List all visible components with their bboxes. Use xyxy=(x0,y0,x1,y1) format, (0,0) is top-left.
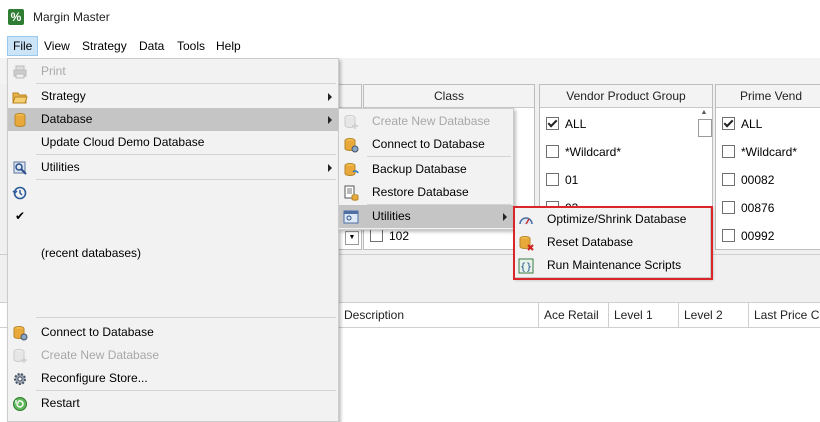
menu-item-connect-database[interactable]: Connect to Database xyxy=(8,321,338,344)
pv-item-wildcard[interactable]: *Wildcard* xyxy=(722,145,797,163)
database-connect-icon xyxy=(343,137,359,153)
database-backup-icon xyxy=(343,162,359,178)
vpg-scrollbar[interactable]: ▲ xyxy=(697,107,712,137)
menu-item-database[interactable]: Database xyxy=(8,108,338,131)
menu-item-database-utilities[interactable]: Utilities xyxy=(339,205,513,228)
menu-item-backup-database[interactable]: Backup Database xyxy=(339,158,513,181)
partial-filter-header xyxy=(339,85,361,108)
submenu-arrow-icon xyxy=(328,93,332,101)
pv-item-00876[interactable]: 00876 xyxy=(722,201,774,219)
checkbox[interactable] xyxy=(722,229,735,242)
menu-file[interactable]: File xyxy=(7,36,39,56)
annotation-highlight-box xyxy=(513,206,713,280)
menu-tools[interactable]: Tools xyxy=(172,36,210,56)
folder-open-icon xyxy=(12,89,28,105)
column-ace-retail[interactable]: Ace Retail xyxy=(538,303,608,327)
menu-item-reconfigure-store[interactable]: Reconfigure Store... xyxy=(8,367,338,390)
menu-item-create-new-database[interactable]: Create New Database xyxy=(8,344,338,367)
prime-vendor-list[interactable]: Prime Vend ALL *Wildcard* 00082 00876 00… xyxy=(715,84,820,250)
column-level-2[interactable]: Level 2 xyxy=(678,303,748,327)
dropdown-arrow-icon[interactable]: ▼ xyxy=(345,231,359,245)
menu-item-print[interactable]: Print xyxy=(8,60,338,83)
menu-item-restart[interactable]: Restart xyxy=(8,392,338,415)
file-menu: Print Strategy Database Update Cloud Dem… xyxy=(7,58,339,422)
column-description[interactable]: Description xyxy=(338,303,539,327)
title-bar: % Margin Master xyxy=(0,0,820,34)
menu-item-history[interactable] xyxy=(8,181,338,204)
prime-vendor-header: Prime Vend xyxy=(716,85,820,108)
database-add-icon xyxy=(343,114,359,130)
menu-separator xyxy=(36,179,336,180)
vpg-item-01[interactable]: 01 xyxy=(546,173,578,191)
menu-item-connect-database[interactable]: Connect to Database xyxy=(339,133,513,156)
database-add-icon xyxy=(12,348,28,364)
class-filter-item[interactable]: 102 xyxy=(370,229,409,247)
checkbox[interactable] xyxy=(722,173,735,186)
checkbox[interactable] xyxy=(546,145,559,158)
window-title: Margin Master xyxy=(33,10,110,24)
wrench-magnifier-icon xyxy=(12,160,28,176)
column-level-1[interactable]: Level 1 xyxy=(608,303,678,327)
menu-bar: File View Strategy Data Tools Help xyxy=(0,34,820,58)
menu-item-utilities[interactable]: Utilities xyxy=(8,156,338,179)
menu-item-recent-databases[interactable]: (recent databases) xyxy=(8,242,338,265)
document-restore-icon xyxy=(343,185,359,201)
submenu-arrow-icon xyxy=(328,164,332,172)
menu-data[interactable]: Data xyxy=(134,36,169,56)
menu-separator xyxy=(367,156,511,157)
pv-item-00082[interactable]: 00082 xyxy=(722,173,774,191)
menu-item-strategy[interactable]: Strategy xyxy=(8,85,338,108)
menu-item-update-cloud-demo[interactable]: Update Cloud Demo Database xyxy=(8,131,338,154)
menu-separator xyxy=(36,83,336,84)
scroll-up-icon[interactable]: ▲ xyxy=(697,107,711,119)
menu-view[interactable]: View xyxy=(39,36,75,56)
menu-separator xyxy=(36,390,336,391)
checkbox[interactable] xyxy=(546,173,559,186)
menu-strategy[interactable]: Strategy xyxy=(77,36,132,56)
database-icon xyxy=(12,112,28,128)
checkbox[interactable] xyxy=(722,117,735,130)
gear-icon xyxy=(12,371,28,387)
vendor-product-group-header: Vendor Product Group xyxy=(540,85,712,108)
checkbox[interactable] xyxy=(370,229,383,242)
database-submenu: Create New Database Connect to Database … xyxy=(338,108,514,230)
submenu-arrow-icon xyxy=(328,116,332,124)
menu-item-create-new-database[interactable]: Create New Database xyxy=(339,110,513,133)
class-filter-header: Class xyxy=(364,85,534,108)
database-connect-icon xyxy=(12,325,28,341)
vpg-item-wildcard[interactable]: *Wildcard* xyxy=(546,145,621,163)
menu-item-restore-database[interactable]: Restore Database xyxy=(339,181,513,204)
checkbox[interactable] xyxy=(546,117,559,130)
scroll-thumb[interactable] xyxy=(698,119,712,137)
checkbox[interactable] xyxy=(722,145,735,158)
menu-help[interactable]: Help xyxy=(211,36,246,56)
app-logo-icon: % xyxy=(8,9,24,25)
printer-icon xyxy=(12,64,28,80)
checkmark-icon: ✔ xyxy=(14,209,26,223)
menu-separator xyxy=(36,154,336,155)
pv-item-all[interactable]: ALL xyxy=(722,117,762,135)
menu-separator xyxy=(36,317,336,318)
utilities-window-icon xyxy=(343,209,359,225)
column-last-price-change[interactable]: Last Price Ch xyxy=(748,303,820,327)
checkbox[interactable] xyxy=(722,201,735,214)
history-icon xyxy=(12,185,28,201)
submenu-arrow-icon xyxy=(503,213,507,221)
vpg-item-all[interactable]: ALL xyxy=(546,117,586,135)
restart-icon xyxy=(12,396,28,412)
pv-item-00992[interactable]: 00992 xyxy=(722,229,774,247)
menu-item-checked[interactable]: ✔ xyxy=(8,204,338,227)
